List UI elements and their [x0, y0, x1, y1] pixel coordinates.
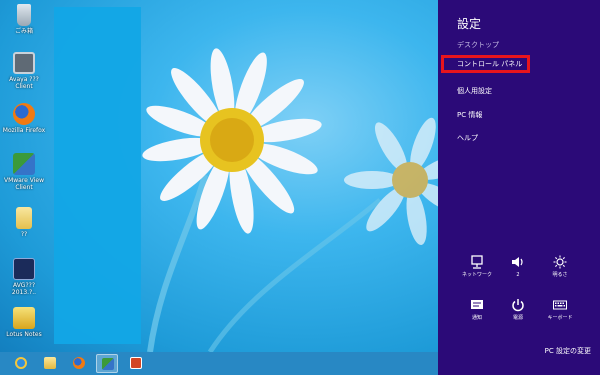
- menu-item-control-panel[interactable]: コントロール パネル: [441, 55, 530, 73]
- folder-icon: [16, 207, 32, 229]
- menu-item-help[interactable]: ヘルプ: [441, 129, 597, 147]
- taskbar-button-explorer[interactable]: [39, 354, 61, 373]
- vmware-client-icon: [13, 153, 35, 175]
- desktop-icon-folder[interactable]: ??: [2, 207, 46, 238]
- quick-setting-label: 通知: [471, 315, 482, 321]
- quick-setting-notifications[interactable]: 通知: [459, 298, 495, 321]
- quick-setting-label: キーボード: [547, 315, 573, 321]
- menu-item-personalize[interactable]: 個人用設定: [441, 82, 597, 100]
- brightness-icon: [553, 255, 567, 269]
- quick-setting-label: 電源: [512, 315, 523, 321]
- desktop-icon-label: Mozilla Firefox: [2, 127, 46, 134]
- internet-explorer-icon: [15, 357, 27, 369]
- file-explorer-icon: [44, 357, 56, 369]
- menu-item-pc-info[interactable]: PC 情報: [441, 106, 597, 124]
- desktop-icon-label: Avaya ??? Client: [9, 76, 39, 90]
- firefox-icon: [73, 357, 85, 369]
- quick-setting-label: 明るさ: [552, 272, 568, 278]
- desktop[interactable]: ごみ箱 Avaya ??? Client Mozilla Firefox VMw…: [0, 0, 438, 352]
- notifications-icon: [471, 300, 483, 309]
- avaya-client-icon: [13, 52, 35, 74]
- charm-subtitle: デスクトップ: [457, 41, 499, 49]
- desktop-icon-recycle-bin[interactable]: ごみ箱: [2, 4, 46, 35]
- selection-rectangle: [54, 7, 141, 344]
- quick-setting-label: 2: [516, 272, 520, 278]
- charm-title: 設定: [457, 17, 482, 31]
- desktop-icon-firefox[interactable]: Mozilla Firefox: [2, 103, 46, 134]
- desktop-icon-avg[interactable]: AVG??? 2013.?..: [2, 258, 46, 296]
- volume-icon: [512, 257, 523, 267]
- settings-charm: 設定 デスクトップ コントロール パネル 個人用設定 PC 情報 ヘルプ ネット…: [438, 0, 600, 375]
- network-app-icon: [102, 358, 114, 370]
- quick-setting-brightness[interactable]: 明るさ: [542, 255, 578, 278]
- quick-setting-volume[interactable]: 2: [500, 255, 536, 278]
- taskbar-button-network-app[interactable]: [96, 354, 118, 373]
- app-shortcut-icon: [13, 307, 35, 329]
- desktop-icon-label: AVG??? 2013.?..: [11, 282, 37, 296]
- taskbar-button-firefox[interactable]: [68, 354, 90, 373]
- quick-setting-keyboard[interactable]: キーボード: [542, 298, 578, 321]
- powerpoint-icon: [130, 357, 142, 369]
- desktop-icon-label: ごみ箱: [14, 28, 33, 35]
- desktop-icon-label: ??: [20, 231, 28, 238]
- quick-setting-label: ネットワーク: [461, 272, 492, 278]
- firefox-icon: [13, 103, 35, 125]
- taskbar-button-ie[interactable]: [10, 354, 32, 373]
- desktop-icon-avaya[interactable]: Avaya ??? Client: [2, 52, 46, 90]
- network-icon: [471, 255, 483, 269]
- power-icon: [512, 299, 524, 312]
- taskbar: [0, 352, 438, 375]
- quick-setting-power[interactable]: 電源: [500, 298, 536, 321]
- quick-setting-network[interactable]: ネットワーク: [459, 255, 495, 278]
- keyboard-icon: [553, 300, 567, 310]
- change-pc-settings-link[interactable]: PC 設定の変更: [545, 346, 591, 356]
- desktop-icon-lotus[interactable]: Lotus Notes: [2, 307, 46, 338]
- desktop-icon-vmware[interactable]: VMware View Client: [2, 153, 46, 191]
- taskbar-button-powerpoint[interactable]: [125, 354, 147, 373]
- recycle-bin-icon: [17, 4, 31, 26]
- desktop-icon-label: Lotus Notes: [6, 331, 42, 338]
- app-shortcut-icon: [13, 258, 35, 280]
- desktop-icon-label: VMware View Client: [3, 177, 45, 191]
